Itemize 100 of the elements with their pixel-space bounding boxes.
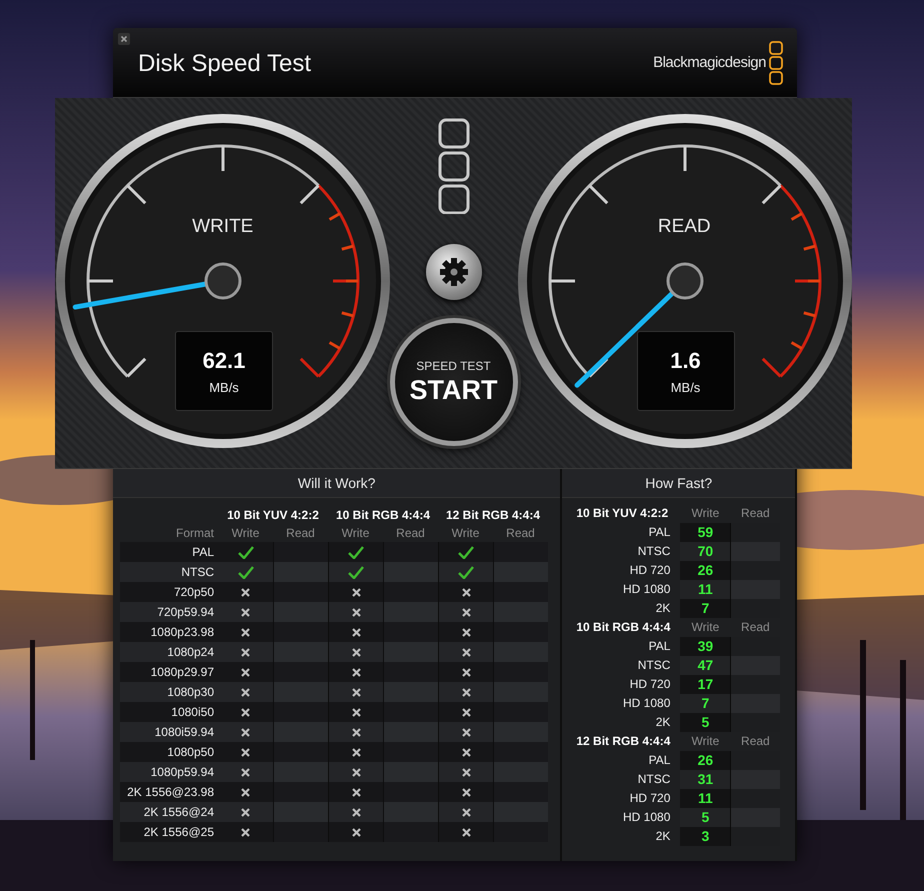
cross-icon — [462, 768, 470, 776]
format-label: 2K — [654, 828, 672, 845]
cross-icon — [352, 688, 360, 696]
gauge-label: READ — [656, 216, 712, 238]
cross-icon — [352, 628, 360, 636]
format-cell: 1080p50 — [120, 742, 218, 762]
brand-name: Blackmagicdesign — [653, 54, 766, 71]
speed-cell: 59 — [680, 523, 730, 542]
cross-icon — [462, 708, 470, 716]
cross-icon — [241, 588, 250, 596]
table-cell — [730, 656, 780, 675]
column-header: Write — [340, 525, 370, 542]
cross-icon — [241, 808, 250, 816]
format-cell: 1080p29.97 — [120, 662, 218, 682]
column-header: Read — [395, 525, 426, 542]
format-cell: 1080p59.94 — [120, 762, 218, 782]
format-cell: 1080p30 — [120, 682, 218, 702]
close-icon[interactable] — [118, 33, 130, 45]
column-header: Write — [450, 525, 480, 542]
cross-icon — [241, 828, 250, 836]
format-label: PAL — [648, 524, 672, 541]
check-icon — [348, 546, 364, 558]
format-label: HD 1080 — [622, 695, 672, 712]
column-header: Read — [285, 525, 316, 542]
format-label: NTSC — [636, 657, 672, 674]
format-cell: 1080p23.98 — [120, 622, 218, 642]
cross-icon — [352, 748, 360, 756]
cross-icon — [462, 688, 470, 696]
column-header: Read — [740, 505, 771, 522]
speed-cell: 39 — [680, 637, 730, 656]
format-cell: 1080i50 — [120, 702, 218, 722]
table-cell — [730, 580, 780, 599]
cross-icon — [241, 668, 250, 676]
cross-icon — [462, 788, 470, 796]
cross-icon — [352, 768, 360, 776]
cross-icon — [241, 708, 250, 716]
gauge-label: WRITE — [191, 216, 254, 238]
cross-icon — [241, 768, 250, 776]
format-label: NTSC — [636, 543, 672, 560]
cross-icon — [462, 608, 470, 616]
column-header: Read — [740, 733, 771, 750]
panel-title: Will it Work? — [113, 469, 560, 498]
speed-unit: MB/s — [209, 380, 239, 394]
panel-title: How Fast? — [562, 469, 795, 498]
section-header: 10 Bit YUV 4:2:2 — [575, 505, 670, 522]
speed-cell: 7 — [680, 599, 730, 618]
format-label: 2K — [654, 714, 672, 731]
column-header: Write — [230, 525, 260, 542]
cross-icon — [462, 808, 470, 816]
column-header: Write — [690, 619, 720, 636]
speed-cell: 31 — [680, 770, 730, 789]
format-label: HD 1080 — [622, 581, 672, 598]
speed-cell: 5 — [680, 808, 730, 827]
cross-icon — [241, 688, 250, 696]
speed-cell: 26 — [680, 561, 730, 580]
format-cell: 2K 1556@23.98 — [120, 782, 218, 802]
table-cell — [730, 808, 780, 827]
speed-value: 1.6 — [670, 348, 701, 374]
format-label: NTSC — [636, 771, 672, 788]
cross-icon — [352, 808, 360, 816]
format-cell: 720p59.94 — [120, 602, 218, 622]
cross-icon — [241, 788, 250, 796]
speed-cell: 11 — [680, 789, 730, 808]
speed-cell: 26 — [680, 751, 730, 770]
speed-cell: 5 — [680, 713, 730, 732]
column-group-header: 10 Bit RGB 4:4:4 — [334, 507, 432, 524]
format-label: HD 720 — [628, 790, 672, 807]
format-cell: 2K 1556@25 — [120, 822, 218, 842]
column-header: Format — [174, 525, 215, 542]
table-cell — [730, 770, 780, 789]
cross-icon — [462, 668, 470, 676]
table-cell — [730, 542, 780, 561]
speed-value: 62.1 — [202, 348, 246, 374]
cross-icon — [352, 668, 360, 676]
table-cell — [730, 694, 780, 713]
start-button[interactable]: SPEED TEST START — [390, 318, 518, 446]
column-header: Write — [690, 505, 720, 522]
check-icon — [458, 546, 474, 558]
speed-unit: MB/s — [670, 380, 700, 394]
column-header: Read — [505, 525, 536, 542]
cross-icon — [241, 648, 250, 656]
window-title: Disk Speed Test — [138, 48, 311, 78]
speed-cell: 70 — [680, 542, 730, 561]
format-cell: 720p50 — [120, 582, 218, 602]
format-label: PAL — [648, 638, 672, 655]
section-header: 10 Bit RGB 4:4:4 — [575, 619, 672, 636]
format-cell: 1080p24 — [120, 642, 218, 662]
check-icon — [458, 566, 474, 578]
check-icon — [238, 566, 254, 578]
logo-icon — [769, 40, 783, 84]
format-cell: PAL — [120, 542, 218, 562]
column-header: Read — [740, 619, 771, 636]
cross-icon — [241, 728, 250, 736]
settings-button[interactable] — [426, 244, 482, 300]
format-cell: 1080i59.94 — [120, 722, 218, 742]
cross-icon — [462, 828, 470, 836]
cross-icon — [462, 728, 470, 736]
cross-icon — [462, 648, 470, 656]
cross-icon — [352, 588, 360, 596]
cross-icon — [352, 708, 360, 716]
